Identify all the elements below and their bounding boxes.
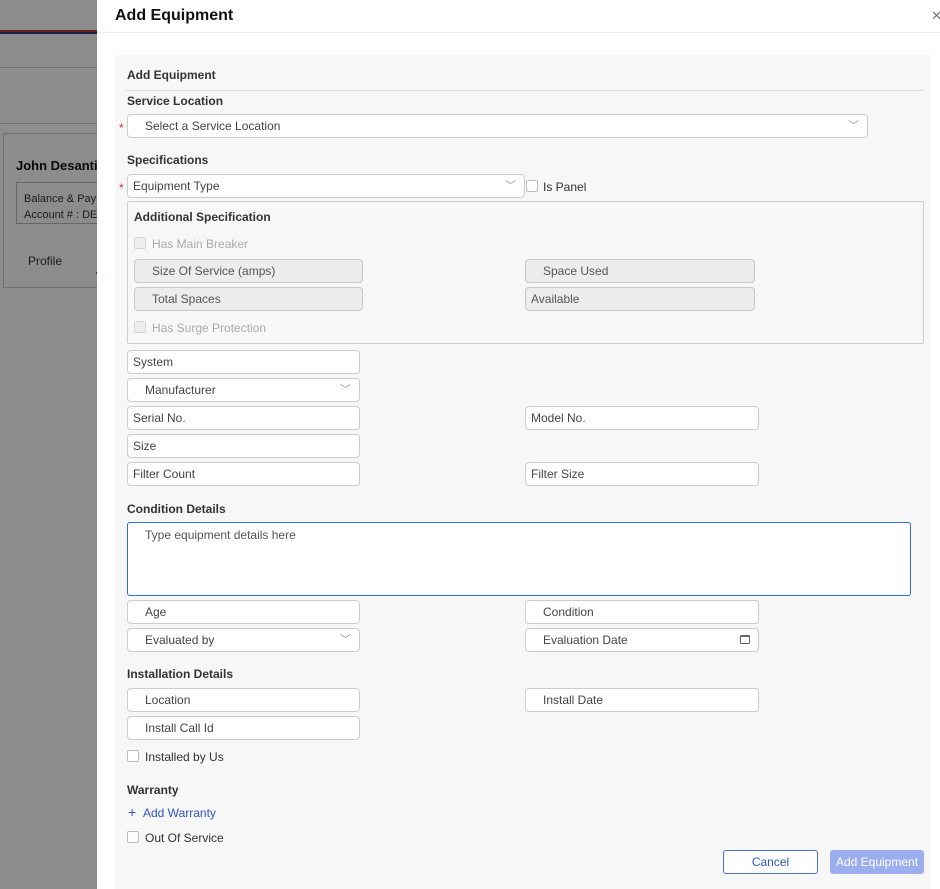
chevron-down-icon: ﹀ [848,120,859,132]
total-spaces-input[interactable]: Total Spaces [134,287,363,311]
service-location-placeholder: Select a Service Location [145,119,281,133]
specifications-label: Specifications [127,153,209,167]
size-input[interactable]: Size [127,434,360,458]
close-icon[interactable]: ✕ [931,8,940,24]
drawer-title: Add Equipment [115,7,234,24]
divider [126,90,923,91]
serial-no-input[interactable]: Serial No. [127,406,360,430]
install-date-picker[interactable]: Install Date [525,688,759,712]
add-equipment-drawer: Add Equipment ✕ Add Equipment Service Lo… [97,0,940,889]
space-used-input[interactable]: Space Used [525,259,755,283]
available-input[interactable]: Available [525,287,755,311]
evaluation-date-picker[interactable]: Evaluation Date [525,628,759,652]
additional-specification-box: Additional Specification Has Main Breake… [127,201,924,344]
chevron-down-icon: ﹀ [505,180,516,192]
required-marker: * [119,181,124,195]
service-location-label: Service Location [127,94,224,108]
condition-input[interactable]: Condition [525,600,759,624]
has-main-breaker-label: Has Main Breaker [152,237,249,251]
form-section-title: Add Equipment [127,68,216,82]
install-call-id-input[interactable]: Install Call Id [127,716,360,740]
filter-size-input[interactable]: Filter Size [525,462,759,486]
age-input[interactable]: Age [127,600,360,624]
model-no-input[interactable]: Model No. [525,406,759,430]
installation-details-label: Installation Details [127,667,234,681]
equipment-type-placeholder: Equipment Type [133,179,220,193]
manufacturer-placeholder: Manufacturer [145,383,216,397]
manufacturer-select[interactable]: Manufacturer ﹀ [127,378,360,402]
add-equipment-button[interactable]: Add Equipment [830,850,924,874]
out-of-service-label: Out Of Service [145,831,224,845]
add-warranty-link[interactable]: Add Warranty [143,806,216,820]
warranty-label: Warranty [127,783,179,797]
has-main-breaker-checkbox[interactable] [134,237,146,249]
chevron-down-icon: ﹀ [340,384,351,396]
service-location-select[interactable]: Select a Service Location ﹀ [127,114,868,138]
is-panel-checkbox[interactable] [526,180,538,192]
form-panel: Add Equipment Service Location * Select … [115,55,930,889]
installed-by-us-checkbox[interactable] [127,750,139,762]
chevron-down-icon: ﹀ [340,634,351,646]
installed-by-us-label: Installed by Us [145,750,224,764]
equipment-type-select[interactable]: Equipment Type ﹀ [127,174,525,198]
calendar-icon [740,635,750,644]
size-of-service-input[interactable]: Size Of Service (amps) [134,259,363,283]
drawer-header: Add Equipment ✕ [97,0,940,33]
additional-specification-label: Additional Specification [134,210,271,224]
required-marker: * [119,121,124,135]
is-panel-label: Is Panel [543,180,587,194]
has-surge-protection-checkbox[interactable] [134,321,146,333]
system-input[interactable]: System [127,350,360,374]
plus-icon: + [128,804,137,820]
evaluated-by-placeholder: Evaluated by [145,633,215,647]
condition-details-label: Condition Details [127,502,226,516]
condition-details-textarea[interactable]: Type equipment details here [127,522,911,596]
cancel-button[interactable]: Cancel [723,850,818,874]
filter-count-input[interactable]: Filter Count [127,462,360,486]
has-surge-protection-label: Has Surge Protection [152,321,267,335]
evaluated-by-select[interactable]: Evaluated by ﹀ [127,628,360,652]
out-of-service-checkbox[interactable] [127,831,139,843]
location-input[interactable]: Location [127,688,360,712]
evaluation-date-placeholder: Evaluation Date [543,633,628,647]
